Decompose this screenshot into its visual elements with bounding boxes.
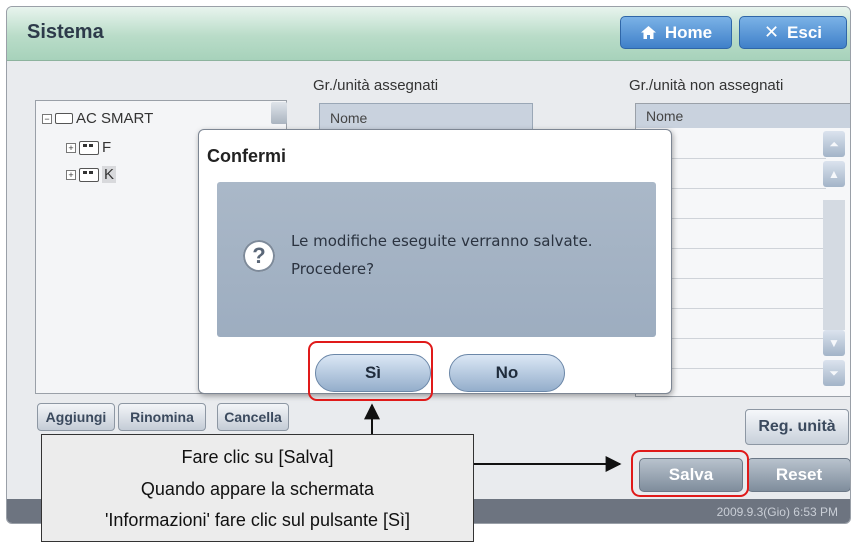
callout-line2: Quando appare la schermata	[140, 479, 375, 499]
callout-line1: Fare clic su [Salva]	[181, 447, 334, 467]
callout-line3: 'Informazioni' fare clic sul pulsante [S…	[104, 510, 410, 530]
instruction-callout: Fare clic su [Salva] Quando appare la sc…	[41, 434, 474, 542]
